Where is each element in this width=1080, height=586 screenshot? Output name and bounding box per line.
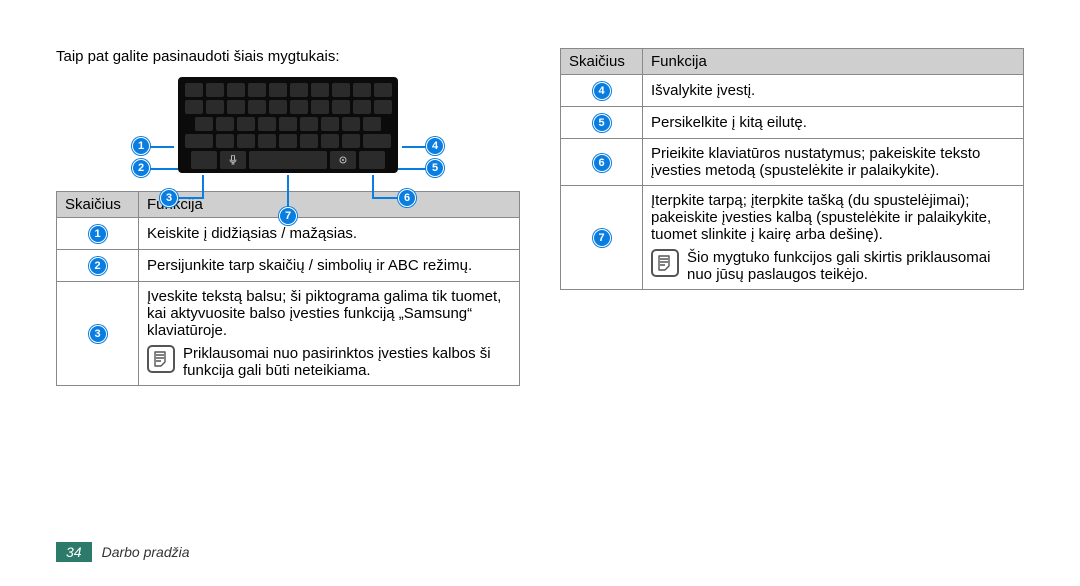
right-table: Skaičius Funkcija 4 Išvalykite įvestį. 5… — [560, 48, 1024, 290]
callout-1: 1 — [132, 137, 150, 155]
row-number: 2 — [94, 260, 100, 272]
th-number: Skaičius — [57, 192, 139, 218]
row-text: Keiskite į didžiąsias / mažąsias. — [139, 218, 520, 250]
row-text: Įveskite tekstą balsu; ši piktograma gal… — [147, 288, 511, 339]
row-number-badge: 7 — [593, 229, 611, 247]
th-function: Funkcija — [139, 192, 520, 218]
callout-6: 6 — [398, 189, 416, 207]
row-text: Įterpkite tarpą; įterpkite tašką (du spu… — [651, 192, 1015, 243]
table-row: 2 Persijunkite tarp skaičių / simbolių i… — [57, 250, 520, 282]
keyboard-illustration: 1 2 3 4 5 6 7 — [56, 77, 520, 173]
callout-1-label: 1 — [138, 140, 144, 152]
row-number: 6 — [598, 157, 604, 169]
page-footer: 34 Darbo pradžia — [56, 542, 190, 562]
row-text-cell: Įterpkite tarpą; įterpkite tašką (du spu… — [643, 186, 1024, 290]
key-settings — [330, 151, 356, 169]
right-column: Skaičius Funkcija 4 Išvalykite įvestį. 5… — [560, 48, 1024, 386]
page-number: 34 — [56, 542, 92, 562]
keyboard-bottom-row — [184, 151, 392, 169]
note-icon — [147, 345, 175, 373]
callout-5: 5 — [426, 159, 444, 177]
row-text: Persijunkite tarp skaičių / simbolių ir … — [139, 250, 520, 282]
callout-2: 2 — [132, 159, 150, 177]
row-number: 1 — [94, 228, 100, 240]
note-text: Šio mygtuko funkcijos gali skirtis prikl… — [687, 249, 1015, 283]
section-title: Darbo pradžia — [102, 544, 190, 560]
table-row: 4 Išvalykite įvestį. — [561, 75, 1024, 107]
row-text-cell: Įveskite tekstą balsu; ši piktograma gal… — [139, 282, 520, 386]
table-row: 3 Įveskite tekstą balsu; ši piktograma g… — [57, 282, 520, 386]
row-number-badge: 5 — [593, 114, 611, 132]
callout-6-line-v — [372, 175, 374, 197]
th-function: Funkcija — [643, 49, 1024, 75]
callout-5-label: 5 — [432, 162, 438, 174]
callout-2-line — [150, 168, 178, 170]
callout-4-label: 4 — [432, 140, 438, 152]
note: Šio mygtuko funkcijos gali skirtis prikl… — [651, 249, 1015, 283]
callout-3-line-h — [178, 197, 204, 199]
callout-3: 3 — [160, 189, 178, 207]
note-text: Priklausomai nuo pasirinktos įvesties ka… — [183, 345, 511, 379]
table-row: 7 Įterpkite tarpą; įterpkite tašką (du s… — [561, 186, 1024, 290]
callout-4: 4 — [426, 137, 444, 155]
row-number: 4 — [598, 85, 604, 97]
row-number-badge: 6 — [593, 154, 611, 172]
key-mode-toggle — [191, 151, 217, 169]
table-row: 6 Prieikite klaviatūros nustatymus; pake… — [561, 139, 1024, 186]
note: Priklausomai nuo pasirinktos įvesties ka… — [147, 345, 511, 379]
note-icon — [651, 249, 679, 277]
table-header-row: Skaičius Funkcija — [561, 49, 1024, 75]
keyboard — [178, 77, 398, 173]
keyboard-rows — [184, 83, 392, 148]
row-number: 3 — [94, 328, 100, 340]
callout-3-label: 3 — [166, 192, 172, 204]
row-number-badge: 3 — [89, 325, 107, 343]
row-number-badge: 4 — [593, 82, 611, 100]
page-body: Taip pat galite pasinaudoti šiais mygtuk… — [0, 0, 1080, 386]
callout-1-line — [150, 146, 174, 148]
callout-7: 7 — [279, 207, 297, 225]
callout-7-label: 7 — [285, 210, 291, 222]
left-column: Taip pat galite pasinaudoti šiais mygtuk… — [56, 48, 520, 386]
callout-6-line-h — [372, 197, 398, 199]
row-number: 7 — [598, 232, 604, 244]
callout-3-line-v — [202, 175, 204, 197]
key-enter — [359, 151, 385, 169]
key-spacebar — [249, 151, 327, 169]
row-number-badge: 1 — [89, 225, 107, 243]
th-number: Skaičius — [561, 49, 643, 75]
callout-7-line — [287, 175, 289, 207]
row-text: Prieikite klaviatūros nustatymus; pakeis… — [643, 139, 1024, 186]
intro-text: Taip pat galite pasinaudoti šiais mygtuk… — [56, 48, 520, 65]
callout-6-label: 6 — [404, 192, 410, 204]
table-row: 5 Persikelkite į kitą eilutę. — [561, 107, 1024, 139]
row-number-badge: 2 — [89, 257, 107, 275]
callout-2-label: 2 — [138, 162, 144, 174]
row-number: 5 — [598, 117, 604, 129]
row-text: Persikelkite į kitą eilutę. — [643, 107, 1024, 139]
row-text: Išvalykite įvestį. — [643, 75, 1024, 107]
callout-5-line — [398, 168, 426, 170]
key-voice-input — [220, 151, 246, 169]
callout-4-line — [402, 146, 426, 148]
